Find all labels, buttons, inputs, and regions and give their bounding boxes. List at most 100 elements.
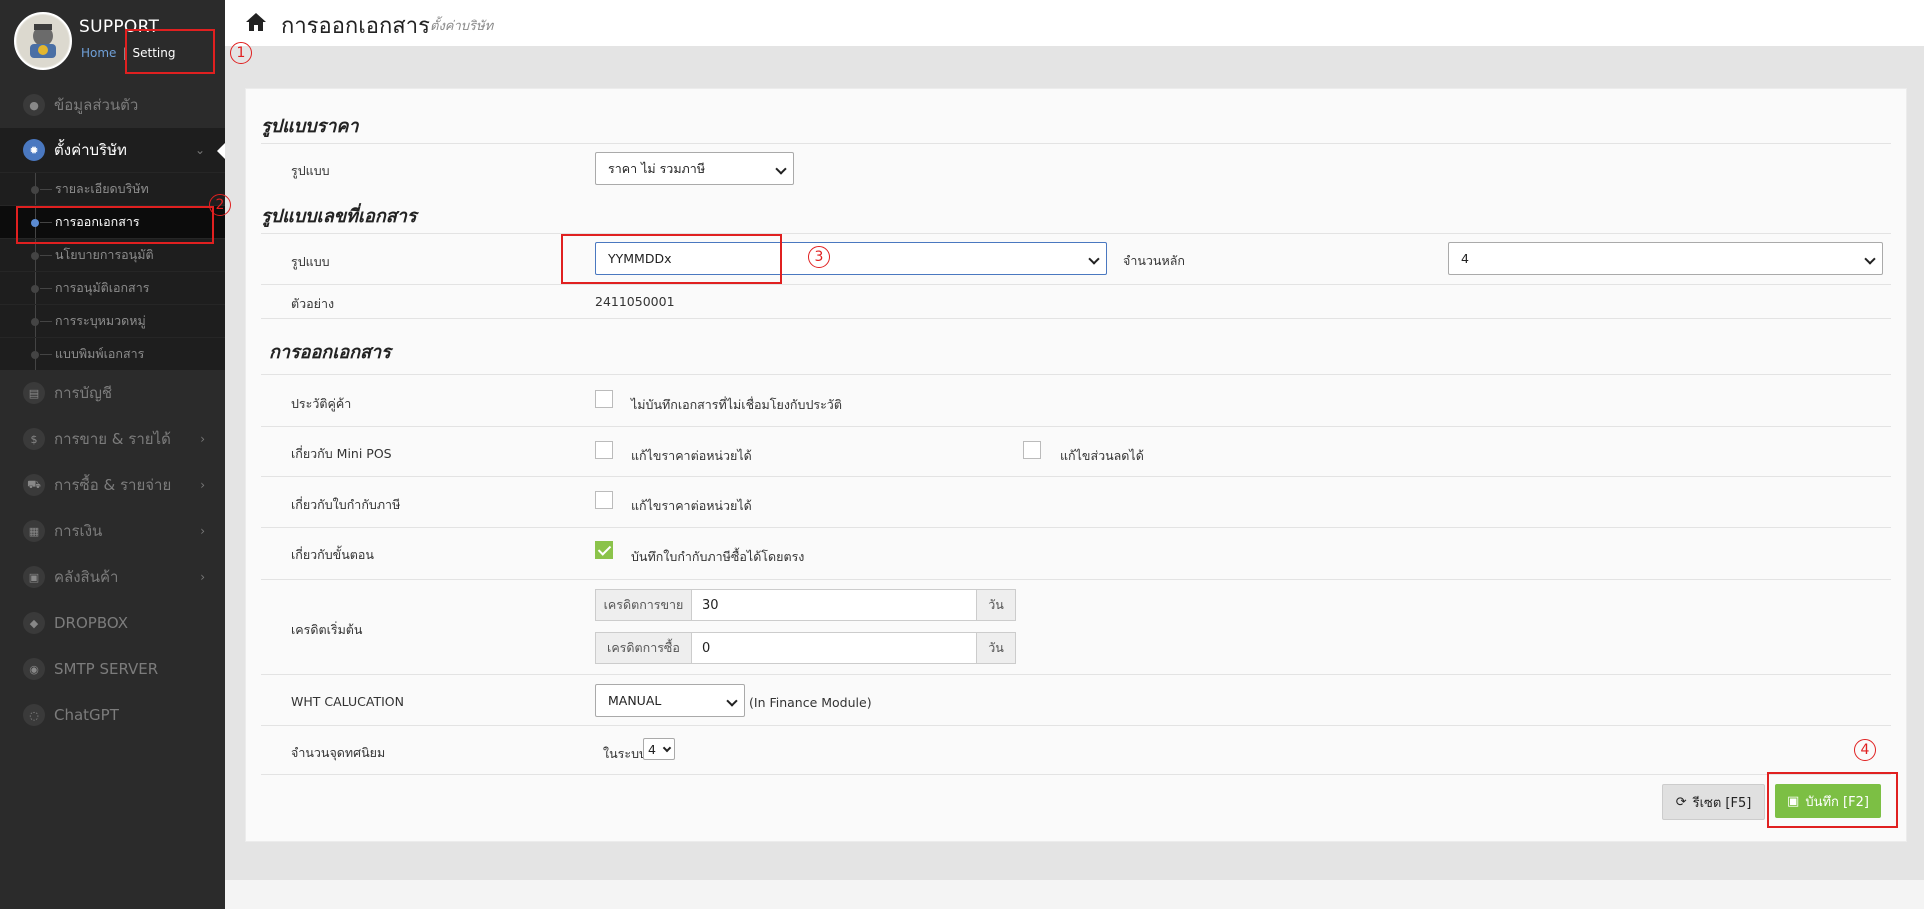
sidebar-item-profile[interactable]: ● ข้อมูลส่วนตัว [0,82,225,128]
sidebar-subitem-categories[interactable]: การระบุหมวดหมู่ [0,304,225,337]
docno-format-label: รูปแบบ [291,254,330,269]
price-format-value: ราคา ไม่ รวมภาษี [608,160,706,176]
calendar-icon: ▦ [23,520,45,542]
subitem-label: แบบพิมพ์เอกสาร [55,346,145,361]
wht-note: (In Finance Module) [749,695,872,710]
annotation-box-2 [16,206,214,244]
process-checkbox[interactable] [595,541,613,559]
sidebar-item-label: ข้อมูลส่วนตัว [54,96,139,114]
subitem-label: การอนุมัติเอกสาร [55,280,150,295]
chevron-right-icon: › [200,524,205,538]
chevron-down-icon: ⌄ [194,143,205,157]
sidebar-item-sales[interactable]: $ การขาย & รายได้ › [0,416,225,462]
sidebar-item-label: DROPBOX [54,614,128,632]
decimal-prefix: ในระบบ [603,746,647,761]
annotation-box-1 [125,29,215,74]
divider [261,774,1891,775]
divider [261,284,1891,285]
sidebar-subitem-company-details[interactable]: รายละเอียดบริษัท [0,172,225,205]
sidebar-subitem-document-approval[interactable]: การอนุมัติเอกสาร [0,271,225,304]
chat-icon: ◌ [23,704,45,726]
customer-history-checkbox[interactable] [595,390,613,408]
home-icon[interactable] [245,12,267,32]
sidebar-item-label: ChatGPT [54,706,119,724]
sale-credit-group: เครดิตการขาย 30 วัน [595,589,1016,621]
sidebar-subitem-print-templates[interactable]: แบบพิมพ์เอกสาร [0,337,225,370]
wht-select[interactable]: MANUAL [595,684,745,717]
sidebar-item-label: การบัญชี [54,384,113,402]
divider [261,579,1891,580]
annotation-number-3: 3 [808,246,830,268]
chevron-down-icon [1088,252,1100,265]
chevron-down-icon [775,162,787,175]
subitem-label: การระบุหมวดหมู่ [55,313,146,328]
process-text: บันทึกใบกำกับภาษีซื้อได้โดยตรง [631,549,805,564]
user-icon: ● [23,94,45,116]
divider [261,143,1891,144]
sidebar-item-label: การเงิน [54,522,103,540]
home-link[interactable]: Home [81,46,116,60]
refresh-icon: ⟳ [1675,794,1687,810]
price-format-select[interactable]: ราคา ไม่ รวมภาษี [595,152,794,185]
sidebar-nav: ● ข้อมูลส่วนตัว ✹ ตั้งค่าบริษัท ⌄ รายละเ… [0,82,225,738]
reset-button[interactable]: ⟳ รีเซต [F5] [1662,784,1765,820]
mini-pos-discount-text: แก้ไขส่วนลดได้ [1060,448,1144,463]
digits-select[interactable]: 4 [1448,242,1883,275]
cart-icon: ⛟ [23,474,45,496]
subitem-label: รายละเอียดบริษัท [55,181,149,196]
buy-credit-input[interactable]: 0 [691,633,977,663]
sidebar-item-smtp[interactable]: ◉ SMTP SERVER [0,646,225,692]
divider [261,233,1891,234]
tax-invoice-text: แก้ไขราคาต่อหน่วยได้ [631,498,752,513]
sidebar-item-label: การขาย & รายได้ [54,430,171,448]
page-subtitle: ตั้งค่าบริษัท [430,19,494,34]
top-bar: การออกเอกสาร ตั้งค่าบริษัท [225,0,1924,47]
divider [261,476,1891,477]
book-icon: ▤ [23,382,45,404]
sidebar-item-purchases[interactable]: ⛟ การซื้อ & รายจ่าย › [0,462,225,508]
chevron-down-icon [726,694,738,707]
price-format-label: รูปแบบ [291,163,330,178]
annotation-number-4: 4 [1854,739,1876,761]
sidebar-item-company-settings[interactable]: ✹ ตั้งค่าบริษัท ⌄ [0,128,225,172]
digits-value: 4 [1461,251,1469,266]
wht-label: WHT CALUCATION [291,694,404,709]
sidebar-item-chatgpt[interactable]: ◌ ChatGPT [0,692,225,738]
annotation-box-3 [561,234,782,284]
digits-label: จำนวนหลัก [1123,253,1185,268]
tax-invoice-label: เกี่ยวกับใบกำกับภาษี [291,497,401,512]
tax-invoice-checkbox[interactable] [595,491,613,509]
sale-credit-input[interactable]: 30 [691,590,977,620]
annotation-number-2: 2 [209,194,231,216]
content-footer [225,880,1924,909]
sale-credit-addon: เครดิตการขาย [596,590,691,620]
reset-label: รีเซต [F5] [1692,795,1752,811]
sidebar-item-accounting[interactable]: ▤ การบัญชี [0,370,225,416]
gear-icon: ✹ [23,139,45,161]
sidebar-item-label: ตั้งค่าบริษัท [54,141,127,159]
process-label: เกี่ยวกับขั้นตอน [291,547,374,562]
sidebar-item-finance[interactable]: ▦ การเงิน › [0,508,225,554]
decimal-select[interactable]: 4 [643,738,675,760]
mini-pos-price-checkbox[interactable] [595,441,613,459]
docno-format-title: รูปแบบเลขที่เอกสาร [261,206,417,227]
sidebar-item-inventory[interactable]: ▣ คลังสินค้า › [0,554,225,600]
dropbox-icon: ◆ [23,612,45,634]
document-issue-title: การออกเอกสาร [269,342,391,363]
divider [261,674,1891,675]
customer-history-label: ประวัติคู่ค้า [291,396,352,411]
chevron-right-icon: › [200,478,205,492]
decimal-value: 4 [648,741,656,757]
mini-pos-discount-checkbox[interactable] [1023,441,1041,459]
sidebar-item-dropbox[interactable]: ◆ DROPBOX [0,600,225,646]
sidebar-subnav: รายละเอียดบริษัท การออกเอกสาร นโยบายการอ… [0,172,225,370]
divider [261,426,1891,427]
decimal-label: จำนวนจุดทศนิยม [291,745,386,760]
company-logo [14,12,72,70]
divider [261,725,1891,726]
sidebar-item-label: คลังสินค้า [54,568,119,586]
sidebar-item-label: SMTP SERVER [54,660,159,678]
mini-pos-label: เกี่ยวกับ Mini POS [291,446,392,461]
buy-credit-group: เครดิตการซื้อ 0 วัน [595,632,1016,664]
sidebar: SUPPORT Home | Setting ● ข้อมูลส่วนตัว ✹ ต… [0,0,225,909]
